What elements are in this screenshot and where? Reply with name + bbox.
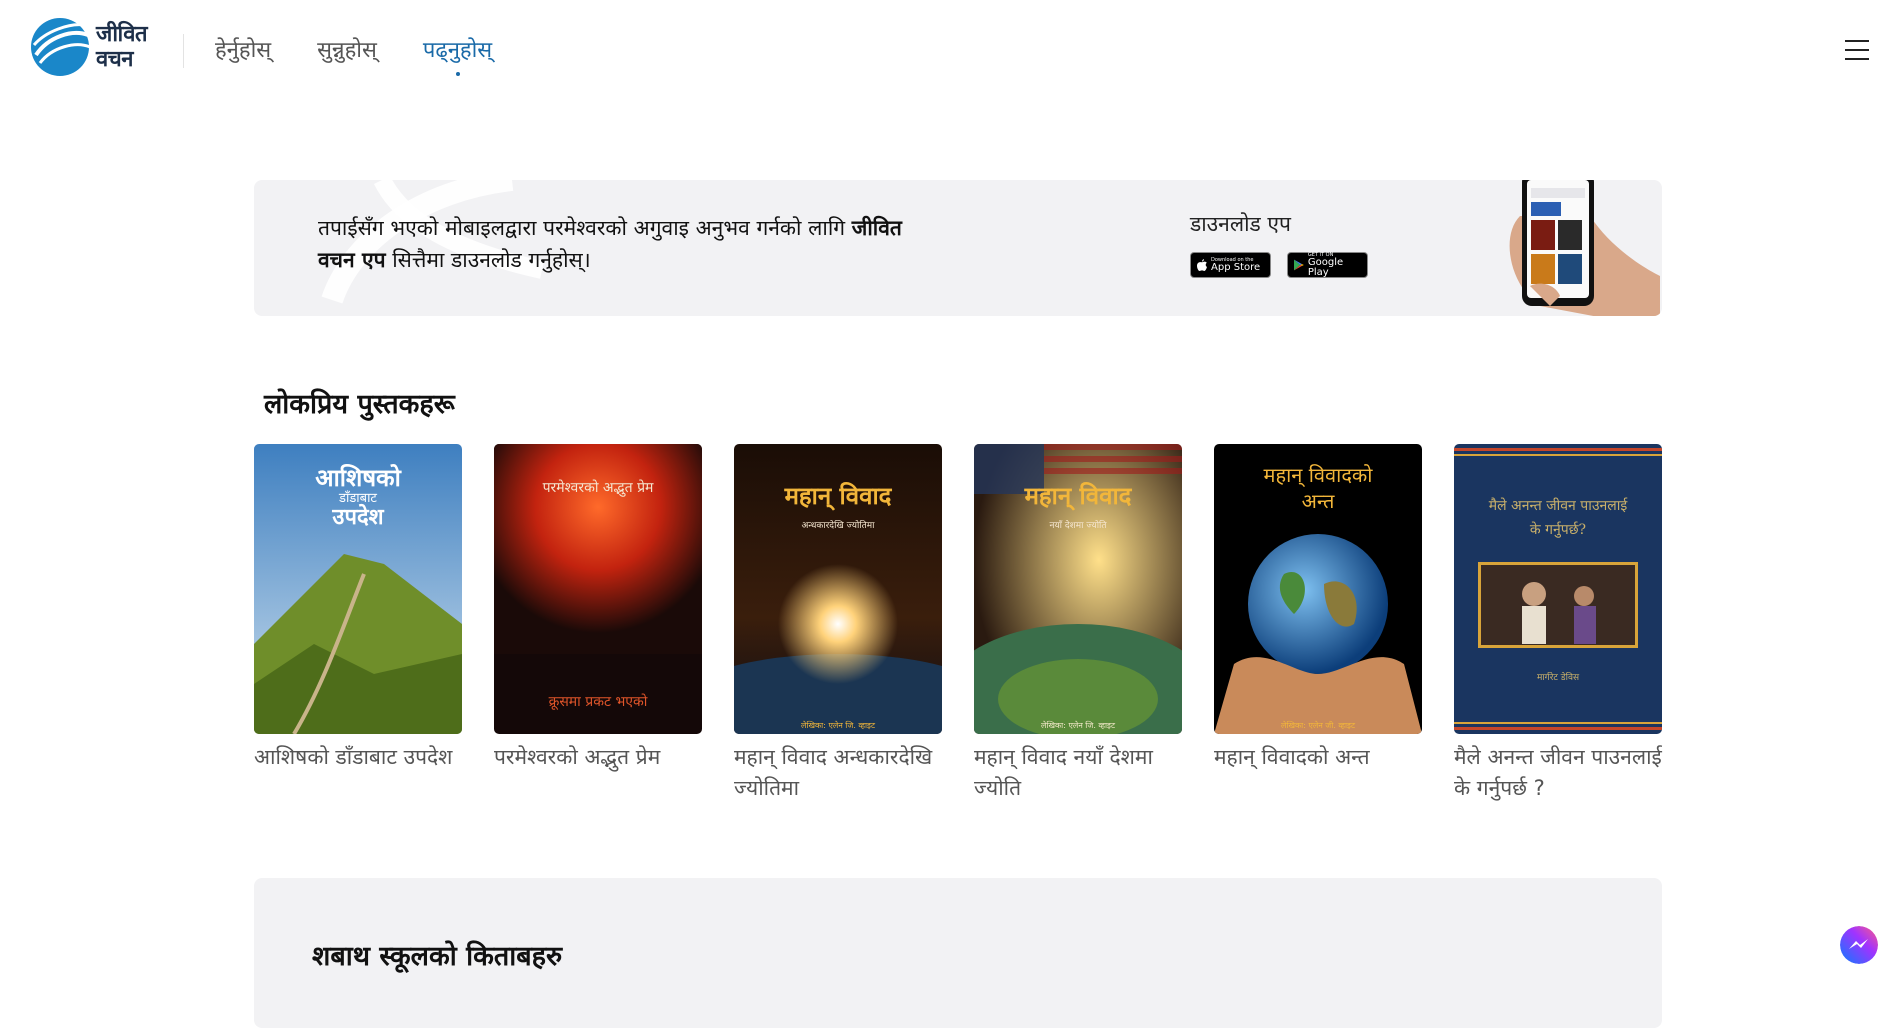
- book-title: आशिषको डाँडाबाट उपदेश: [254, 745, 453, 769]
- cover-title-1: महान् विवाद: [1024, 482, 1133, 511]
- book-cover: परमेश्वरको अद्भुत प्रेम क्रूसमा प्रकट भए…: [494, 444, 702, 734]
- cover-title-1: आशिषको: [315, 464, 401, 492]
- book-card[interactable]: महान् विवाद नयाँ देशमा ज्योति लेखिका: एल…: [974, 444, 1182, 804]
- cover-title-3: उपदेश: [331, 503, 384, 530]
- cover-author: लेखिका: एलेन जि. व्हाइट: [801, 720, 876, 730]
- nav-read[interactable]: पढ्नुहोस्: [422, 34, 493, 76]
- main-nav: हेर्नुहोस् सुन्नुहोस् पढ्नुहोस्: [215, 34, 493, 76]
- sabbath-school-section: शबाथ स्कूलको किताबहरु: [254, 878, 1662, 1028]
- messenger-chat-icon[interactable]: [1840, 926, 1878, 964]
- nav-listen[interactable]: सुन्नुहोस्: [317, 34, 377, 64]
- book-cover: आशिषको डाँडाबाट उपदेश: [254, 444, 462, 734]
- book-title: महान् विवाद अन्धकारदेखि ज्योतिमा: [734, 745, 933, 800]
- logo-mark-icon: [31, 18, 90, 76]
- book-card[interactable]: महान् विवाद अन्धकारदेखि ज्योतिमा लेखिका:…: [734, 444, 942, 804]
- cover-title-2: नयाँ देशमा ज्योति: [1049, 519, 1107, 531]
- cover-title-2: अन्त: [1302, 489, 1335, 513]
- cover-title-2: अन्धकारदेखि ज्योतिमा: [801, 519, 875, 531]
- download-app-label: डाउनलोड एप: [1190, 212, 1291, 236]
- book-title: महान् विवादको अन्त: [1214, 745, 1370, 769]
- cover-title-1: महान् विवाद: [784, 482, 893, 511]
- popular-books-heading: लोकप्रिय पुस्तकहरू: [264, 389, 455, 420]
- book-cover: महान् विवाद नयाँ देशमा ज्योति लेखिका: एल…: [974, 444, 1182, 734]
- apple-icon: [1197, 259, 1207, 271]
- cover-author: मार्गरेट डेविस: [1537, 671, 1580, 683]
- google-play-big-text: Google Play: [1307, 257, 1344, 278]
- logo-line-2: वचन: [96, 47, 133, 72]
- google-play-icon: [1294, 259, 1304, 271]
- cover-author: लेखिका: एलेन जी. व्हाइट: [1281, 720, 1356, 730]
- book-card[interactable]: महान् विवादको अन्त लेखिका: एलेन जी. व्हा…: [1214, 444, 1422, 773]
- hamburger-menu-icon[interactable]: [1845, 40, 1869, 62]
- cover-title-1: मैले अनन्त जीवन पाउनलाई: [1489, 497, 1629, 514]
- book-card[interactable]: आशिषको डाँडाबाट उपदेश आशिषको डाँडाबाट उप…: [254, 444, 462, 773]
- logo-line-1: जीवित: [96, 22, 148, 47]
- book-cover: महान् विवाद अन्धकारदेखि ज्योतिमा लेखिका:…: [734, 444, 942, 734]
- cover-title-2: क्रूसमा प्रकट भएको: [549, 693, 648, 710]
- banner-text-after: सित्तैमा डाउनलोड गर्नुहोस्।: [385, 248, 591, 272]
- book-cover: महान् विवादको अन्त लेखिका: एलेन जी. व्हा…: [1214, 444, 1422, 734]
- cover-author: लेखिका: एलेन जि. व्हाइट: [1041, 720, 1116, 730]
- nav-read-label: पढ्नुहोस्: [422, 38, 493, 63]
- book-cover: मैले अनन्त जीवन पाउनलाई के गर्नुपर्छ? मा…: [1454, 444, 1662, 734]
- site-logo[interactable]: जीवित वचन: [30, 16, 154, 80]
- banner-message: तपाईसँग भएको मोबाइलद्वारा परमेश्वरको अगु…: [318, 212, 908, 276]
- nav-watch[interactable]: हेर्नुहोस्: [215, 34, 271, 64]
- cover-title-2: डाँडाबाट: [338, 490, 377, 506]
- header-divider: [183, 34, 184, 68]
- logo-text: जीवित वचन: [96, 22, 148, 72]
- site-header: जीवित वचन हेर्नुहोस् सुन्नुहोस् पढ्नुहोस…: [0, 0, 1904, 104]
- app-store-big-text: App Store: [1211, 262, 1261, 273]
- book-card[interactable]: मैले अनन्त जीवन पाउनलाई के गर्नुपर्छ? मा…: [1454, 444, 1662, 804]
- cover-title-1: परमेश्वरको अद्भुत प्रेम: [543, 479, 654, 497]
- book-title: परमेश्वरको अद्भुत प्रेम: [494, 745, 661, 769]
- cover-title-2: के गर्नुपर्छ?: [1530, 521, 1586, 538]
- book-title: महान् विवाद नयाँ देशमा ज्योति: [974, 745, 1153, 800]
- app-store-badge[interactable]: Download on the App Store: [1190, 252, 1271, 278]
- sabbath-school-heading: शबाथ स्कूलको किताबहरु: [312, 941, 563, 972]
- book-title: मैले अनन्त जीवन पाउनलाई के गर्नुपर्छ ?: [1454, 745, 1662, 800]
- banner-text-before: तपाईसँग भएको मोबाइलद्वारा परमेश्वरको अगु…: [318, 216, 852, 240]
- google-play-badge[interactable]: GET IT ON Google Play: [1287, 252, 1368, 278]
- app-download-banner: तपाईसँग भएको मोबाइलद्वारा परमेश्वरको अगु…: [254, 180, 1662, 316]
- phone-in-hand-image: [1509, 180, 1660, 316]
- active-indicator: [455, 72, 460, 76]
- book-card[interactable]: परमेश्वरको अद्भुत प्रेम क्रूसमा प्रकट भए…: [494, 444, 702, 773]
- cover-title-1: महान् विवादको: [1264, 463, 1374, 488]
